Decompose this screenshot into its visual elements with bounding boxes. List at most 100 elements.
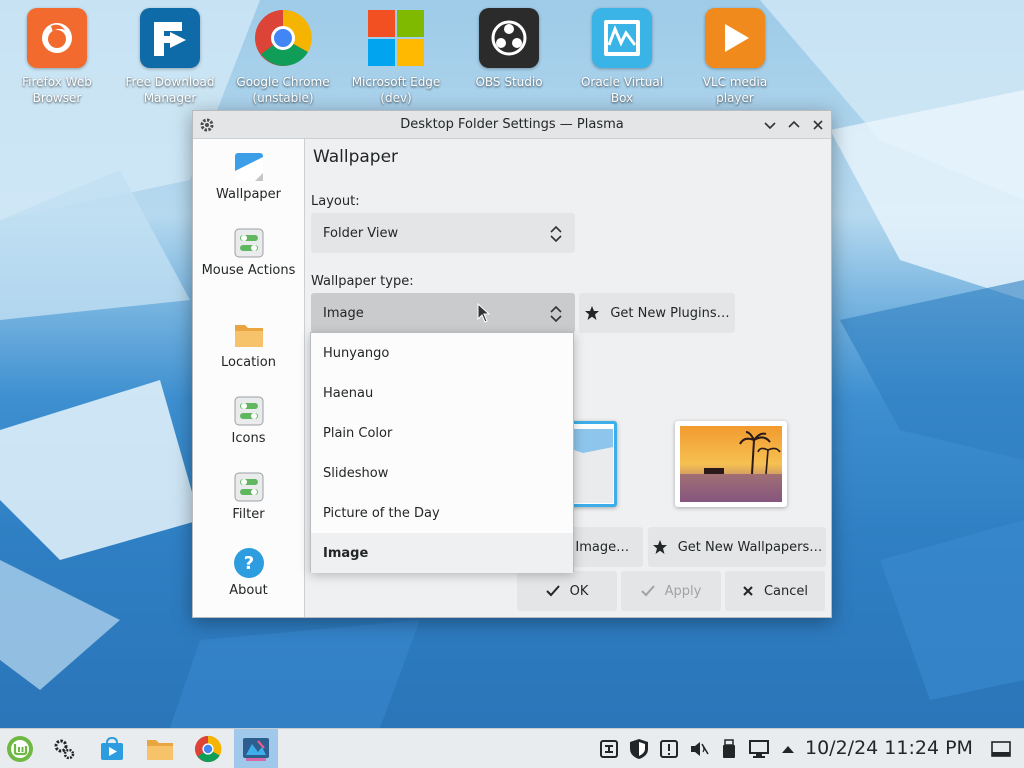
layout-label: Layout: xyxy=(311,194,360,209)
sidebar-item-label: About xyxy=(229,583,268,598)
sidebar-item-label: Wallpaper xyxy=(215,187,282,202)
dropdown-option-image[interactable]: Image xyxy=(311,533,573,573)
checkmark-icon xyxy=(640,585,655,597)
get-new-wallpapers-button[interactable]: Get New Wallpapers… xyxy=(648,527,826,567)
dropdown-option-picture-of-the-day[interactable]: Picture of the Day xyxy=(311,493,573,533)
cancel-button[interactable]: Cancel xyxy=(725,571,825,611)
sidebar-item-filter[interactable]: Filter xyxy=(193,471,304,523)
shield-icon xyxy=(630,739,648,759)
desktop-icon-label: Free Download Manager xyxy=(125,75,215,105)
apply-label: Apply xyxy=(664,583,702,599)
tray-network-button[interactable] xyxy=(748,737,770,761)
wallpaper-icon xyxy=(233,151,265,183)
fdm-icon xyxy=(140,8,200,68)
chrome-icon xyxy=(253,8,313,68)
desktop-icon-label: Microsoft Edge (dev) xyxy=(351,75,441,105)
vlc-icon xyxy=(705,8,765,68)
clipboard-icon xyxy=(600,740,618,758)
sidebar-item-mouse-actions[interactable]: Mouse Actions xyxy=(193,227,304,279)
dropdown-option-hunyango[interactable]: Hunyango xyxy=(311,333,573,373)
taskbar-store-button[interactable] xyxy=(96,733,128,765)
store-icon xyxy=(101,736,123,760)
maximize-button[interactable] xyxy=(785,116,803,134)
clock[interactable]: 10/2/24 11:24 PM xyxy=(805,737,973,759)
wallpaper-type-dropdown: Hunyango Haenau Plain Color Slideshow Pi… xyxy=(310,332,574,573)
chevron-up-icon xyxy=(788,120,800,128)
wallpaper-thumbnail[interactable] xyxy=(675,421,787,507)
help-icon: ? xyxy=(233,547,265,579)
settings-icon xyxy=(54,739,75,760)
apply-button[interactable]: Apply xyxy=(621,571,721,611)
desktop-icon-label: Firefox Web Browser xyxy=(22,75,92,105)
get-new-plugins-button[interactable]: Get New Plugins… xyxy=(579,293,735,333)
tray-expand-button[interactable] xyxy=(777,737,799,761)
sidebar-item-label: Location xyxy=(221,355,276,370)
tray-clipboard-button[interactable] xyxy=(598,737,620,761)
desktop-icon-obs[interactable]: OBS Studio xyxy=(459,8,559,90)
desktop-icon-chrome[interactable]: Google Chrome (unstable) xyxy=(233,8,333,106)
sunset-palms-image xyxy=(680,426,782,502)
taskbar-chrome-button[interactable] xyxy=(192,733,224,765)
sidebar-item-wallpaper[interactable]: Wallpaper xyxy=(193,151,304,203)
settings-sidebar: Wallpaper Mouse Actions Location Icons F… xyxy=(193,139,305,617)
get-new-wallpapers-label: Get New Wallpapers… xyxy=(677,539,823,555)
taskbar: 10/2/24 11:24 PM xyxy=(0,728,1024,768)
plasma-settings-icon xyxy=(243,738,269,761)
close-button[interactable] xyxy=(809,116,827,134)
layout-select-value: Folder View xyxy=(323,225,399,241)
minimize-button[interactable] xyxy=(761,116,779,134)
star-icon xyxy=(584,305,600,321)
show-desktop-button[interactable] xyxy=(990,737,1012,761)
toggles-icon xyxy=(233,471,265,503)
ok-button[interactable]: OK xyxy=(517,571,617,611)
dropdown-option-haenau[interactable]: Haenau xyxy=(311,373,573,413)
svg-text:?: ? xyxy=(243,553,253,574)
sidebar-item-about[interactable]: ? About xyxy=(193,547,304,599)
tray-notifications-button[interactable] xyxy=(658,737,680,761)
wallpaper-type-label: Wallpaper type: xyxy=(311,274,414,289)
window-title: Desktop Folder Settings — Plasma xyxy=(400,117,624,132)
desktop-icon-edge[interactable]: Microsoft Edge (dev) xyxy=(346,8,446,106)
layout-select[interactable]: Folder View xyxy=(311,213,575,253)
tray-firewall-button[interactable] xyxy=(628,737,650,761)
taskbar-settings-button[interactable] xyxy=(48,733,80,765)
sidebar-item-location[interactable]: Location xyxy=(193,319,304,371)
updown-arrows-icon xyxy=(550,305,562,323)
edge-icon xyxy=(366,8,426,68)
tray-volume-button[interactable] xyxy=(688,737,710,761)
folder-icon xyxy=(233,319,265,351)
desktop-icon-label: Oracle Virtual Box xyxy=(580,75,664,105)
sidebar-item-label: Filter xyxy=(232,507,265,522)
desktop-icon-vlc[interactable]: VLC media player xyxy=(685,8,785,106)
sidebar-item-label: Icons xyxy=(231,431,266,446)
desktop-icon-fdm[interactable]: Free Download Manager xyxy=(120,8,220,106)
network-wired-icon xyxy=(749,740,769,758)
sidebar-item-icons[interactable]: Icons xyxy=(193,395,304,447)
mint-menu-button[interactable] xyxy=(4,733,36,765)
taskbar-files-button[interactable] xyxy=(144,733,176,765)
usb-drive-icon xyxy=(723,739,735,758)
volume-muted-icon xyxy=(691,742,709,756)
virtualbox-icon xyxy=(592,8,652,68)
notification-alert-icon xyxy=(660,740,678,758)
title-bar[interactable]: Desktop Folder Settings — Plasma xyxy=(193,111,831,139)
close-icon xyxy=(742,585,754,597)
close-icon xyxy=(813,120,823,130)
dropdown-option-slideshow[interactable]: Slideshow xyxy=(311,453,573,493)
mint-menu-icon xyxy=(7,736,33,762)
wallpaper-type-select[interactable]: Image xyxy=(311,293,575,333)
desktop-icon-firefox[interactable]: Firefox Web Browser xyxy=(7,8,107,106)
mouse-cursor-icon xyxy=(477,303,491,323)
sidebar-item-label: Mouse Actions xyxy=(201,263,296,278)
wallpaper-type-value: Image xyxy=(323,305,364,321)
taskbar-plasma-settings-button[interactable] xyxy=(234,729,278,768)
obs-icon xyxy=(479,8,539,68)
updown-arrows-icon xyxy=(550,225,562,243)
desktop-icon-label: VLC media player xyxy=(702,75,768,105)
desktop-icon-label: Google Chrome (unstable) xyxy=(236,75,330,105)
chrome-icon xyxy=(194,735,222,763)
page-title: Wallpaper xyxy=(313,147,399,167)
desktop-icon-virtualbox[interactable]: Oracle Virtual Box xyxy=(572,8,672,106)
tray-device-button[interactable] xyxy=(718,737,740,761)
dropdown-option-plain-color[interactable]: Plain Color xyxy=(311,413,573,453)
